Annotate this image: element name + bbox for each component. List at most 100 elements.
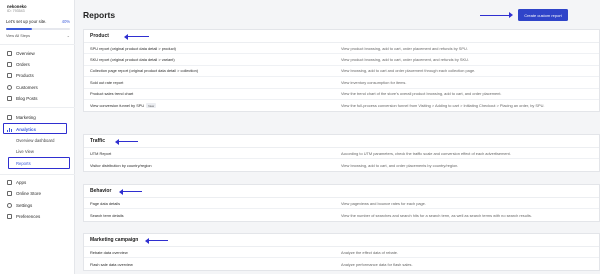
sidebar-item-blog-posts[interactable]: Blog Posts — [7, 94, 38, 102]
report-name: Collection page report (original product… — [90, 68, 199, 74]
report-description: Analyze performance data for flash sales… — [341, 261, 413, 267]
report-description: View the full-process conversion funnel … — [341, 103, 545, 109]
report-section-traffic: Traffic UTM Report According to UTM param… — [83, 134, 600, 172]
report-name: Page data details — [90, 200, 121, 206]
report-name: View conversion funnel by SPU New — [90, 102, 157, 109]
new-badge: New — [146, 103, 157, 109]
settings-icon — [7, 202, 12, 208]
setup-progress-fill — [6, 28, 32, 30]
main-content: Reports Create custom report Product SPU… — [75, 0, 600, 274]
report-name: Product sales trend chart — [90, 91, 134, 97]
marketing-icon — [7, 114, 12, 120]
setup-guide[interactable]: Let's set up your site. 40% — [6, 19, 70, 24]
report-name: Visitor distribution by country/region — [90, 162, 152, 168]
report-description: View the trend chart of the store's over… — [341, 91, 502, 97]
sidebar-divider — [0, 44, 75, 45]
report-row[interactable]: SKU report (original product data detail… — [84, 54, 599, 66]
report-section-behavior: Behavior Page data details View pageviews… — [83, 184, 600, 222]
sidebar-item-overview[interactable]: Overview — [7, 49, 35, 57]
store-icon — [7, 190, 12, 196]
report-name: SKU report (original product data detail… — [90, 57, 175, 63]
sidebar-item-apps[interactable]: Apps — [7, 178, 26, 186]
annotation-arrow — [145, 236, 168, 246]
chevron-down-icon: ⌄ — [66, 33, 70, 38]
sidebar-item-products[interactable]: Products — [7, 71, 34, 79]
report-description: View product browsing, add to cart, orde… — [341, 45, 468, 51]
sidebar-divider — [0, 107, 75, 108]
sidebar-item-label: Orders — [16, 61, 30, 67]
report-description: Analyze the effect data of rebate. — [341, 249, 399, 255]
report-row[interactable]: Sold out rate report View inventory consu… — [84, 77, 599, 89]
report-name: SPU report (original product data detail… — [90, 45, 176, 51]
create-custom-report-button[interactable]: Create custom report — [518, 9, 568, 21]
sidebar-item-marketing[interactable]: Marketing — [7, 113, 36, 121]
setup-text: Let's set up your site. — [6, 19, 47, 24]
orders-icon — [7, 61, 12, 67]
section-title: Marketing campaign — [84, 234, 599, 247]
sidebar-item-label: Online Store — [16, 190, 42, 196]
annotation-highlight-analytics — [3, 123, 67, 134]
report-row[interactable]: UTM Report According to UTM parameters, c… — [84, 148, 599, 160]
report-name: Flash sale data overview — [90, 261, 133, 267]
section-title: Traffic — [84, 135, 599, 148]
report-row[interactable]: Search term details View the number of se… — [84, 209, 599, 220]
sidebar-item-label: Preferences — [16, 213, 41, 219]
sidebar-item-settings[interactable]: Settings — [7, 201, 32, 209]
sidebar-item-customers[interactable]: Customers — [7, 83, 38, 91]
annotation-arrow — [115, 137, 138, 147]
report-name: UTM Report — [90, 150, 112, 156]
page-title: Reports — [83, 10, 116, 20]
sidebar-item-label: Apps — [16, 179, 27, 185]
report-row[interactable]: Collection page report (original product… — [84, 66, 599, 78]
sidebar-item-label: Marketing — [16, 114, 36, 120]
report-row[interactable]: Page data details View pageviews and boun… — [84, 198, 599, 210]
annotation-highlight-reports — [8, 157, 70, 169]
view-all-steps-toggle[interactable]: View All Steps ⌄ — [6, 33, 70, 38]
sidebar-item-orders[interactable]: Orders — [7, 60, 30, 68]
annotation-arrow — [480, 11, 513, 20]
customers-icon — [7, 84, 12, 90]
report-section-marketing-campaign: Marketing campaign Rebate data overview A… — [83, 233, 600, 271]
report-row[interactable]: Visitor distribution by country/region Vi… — [84, 159, 599, 170]
setup-percent: 40% — [61, 19, 70, 24]
section-title: Product — [84, 30, 599, 43]
sidebar-item-label: Blog Posts — [16, 95, 38, 101]
report-row[interactable]: View conversion funnel by SPU New View the… — [84, 100, 599, 111]
report-description: View browsing, add to cart, and order pl… — [341, 162, 459, 168]
products-icon — [7, 72, 12, 78]
setup-progress-bar — [6, 28, 70, 30]
report-description: View product browsing, add to cart, orde… — [341, 57, 469, 63]
report-description: View the number of searches and search h… — [341, 212, 532, 218]
store-id: ID: 793543 — [7, 9, 25, 13]
sidebar-item-label: Products — [16, 72, 34, 78]
report-name: Search term details — [90, 212, 124, 218]
sidebar-subitem-overview-dashboard[interactable]: Overview dashboard — [16, 138, 54, 143]
sidebar-item-label: Settings — [16, 202, 33, 208]
sidebar-item-preferences[interactable]: Preferences — [7, 212, 40, 220]
blog-icon — [7, 95, 12, 101]
sidebar-subitem-live-view[interactable]: Live View — [16, 149, 34, 154]
view-steps-label: View All Steps — [6, 34, 30, 38]
annotation-arrow — [119, 187, 142, 197]
sidebar-item-label: Overview — [16, 50, 35, 56]
report-section-product: Product SPU report (original product dat… — [83, 29, 600, 113]
sidebar-item-label: Customers — [16, 84, 38, 90]
apps-icon — [7, 179, 12, 185]
sidebar: nekoneko ID: 793543 Let's set up your si… — [0, 0, 75, 274]
report-row[interactable]: Rebate data overview Analyze the effect d… — [84, 247, 599, 259]
annotation-arrow — [124, 32, 149, 42]
section-title: Behavior — [84, 185, 599, 198]
report-name: Rebate data overview — [90, 249, 128, 255]
report-row[interactable]: Product sales trend chart View the trend … — [84, 89, 599, 100]
preferences-icon — [7, 213, 12, 219]
report-row[interactable]: Flash sale data overview Analyze performa… — [84, 258, 599, 269]
sidebar-divider — [0, 174, 75, 175]
home-icon — [7, 50, 12, 56]
report-description: View pageviews and bounce rates for each… — [341, 200, 426, 206]
report-name: Sold out rate report — [90, 79, 124, 85]
report-row[interactable]: SPU report (original product data detail… — [84, 43, 599, 55]
report-description: View inventory consumption for items. — [341, 79, 407, 85]
report-description: According to UTM parameters, check the t… — [341, 150, 511, 156]
sidebar-item-online-store[interactable]: Online Store — [7, 189, 41, 197]
report-description: View browsing, add to cart and order pla… — [341, 68, 476, 74]
